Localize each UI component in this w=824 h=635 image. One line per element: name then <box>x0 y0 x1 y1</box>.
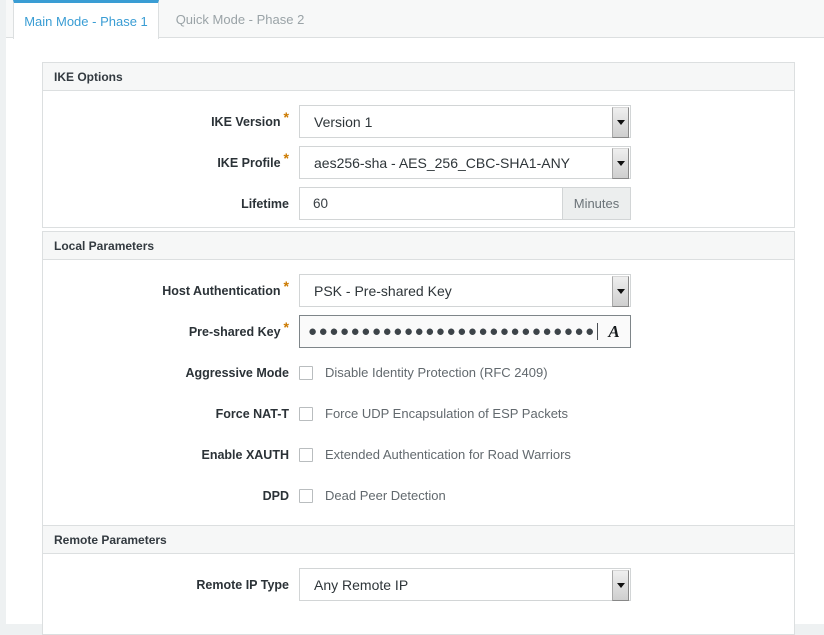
required-asterisk: * <box>283 319 289 335</box>
label-host-authentication: Host Authentication * <box>43 270 289 311</box>
select-ike-version[interactable]: Version 1 <box>299 105 631 138</box>
select-value: PSK - Pre-shared Key <box>314 282 452 299</box>
checkbox-label-enable-xauth[interactable]: Extended Authentication for Road Warrior… <box>325 447 571 462</box>
label-remote-ip-type: Remote IP Type <box>43 564 289 605</box>
panel-remote-parameters: Remote Parameters Remote IP Type Any Rem… <box>42 525 795 635</box>
input-lifetime[interactable]: 60 <box>299 187 563 220</box>
checkbox-label-aggressive-mode[interactable]: Disable Identity Protection (RFC 2409) <box>325 365 548 380</box>
label-ike-version: IKE Version * <box>43 101 289 142</box>
required-asterisk: * <box>283 278 289 294</box>
panel-title: Local Parameters <box>54 238 155 253</box>
password-input-area[interactable]: ●●●●●●●●●●●●●●●●●●●●●●●●●●● <box>300 316 598 347</box>
panel-header-ike-options: IKE Options <box>43 63 794 91</box>
field-row-lifetime: Lifetime 60 Minutes <box>43 183 794 224</box>
label-text: IKE Version <box>211 114 281 129</box>
select-host-authentication[interactable]: PSK - Pre-shared Key <box>299 274 631 307</box>
tab-main-mode-phase-1[interactable]: Main Mode - Phase 1 <box>13 0 159 39</box>
tab-quick-mode-phase-2[interactable]: Quick Mode - Phase 2 <box>160 0 320 38</box>
label-dpd: DPD <box>43 475 289 516</box>
select-value: aes256-sha - AES_256_CBC-SHA1-ANY <box>314 154 571 171</box>
label-text: IKE Profile <box>217 155 281 170</box>
label-text: Pre-shared Key <box>188 324 281 339</box>
checkbox-dpd[interactable] <box>299 488 313 503</box>
label-text: Enable XAUTH <box>201 447 289 462</box>
field-dpd: Dead Peer Detection <box>299 475 446 516</box>
lifetime-unit-label: Minutes <box>573 196 620 211</box>
required-asterisk: * <box>283 109 289 125</box>
select-value: Any Remote IP <box>314 576 409 593</box>
label-text: Aggressive Mode <box>185 365 289 380</box>
select-ike-profile[interactable]: aes256-sha - AES_256_CBC-SHA1-ANY <box>299 146 631 179</box>
chevron-down-icon[interactable] <box>612 276 629 307</box>
label-text: Force NAT-T <box>215 406 289 421</box>
label-text: Lifetime <box>241 196 289 211</box>
label-pre-shared-key: Pre-shared Key * <box>43 311 289 352</box>
label-force-nat-t: Force NAT-T <box>43 393 289 434</box>
italic-a-icon[interactable]: A <box>598 316 630 347</box>
field-pre-shared-key: ●●●●●●●●●●●●●●●●●●●●●●●●●●● A <box>299 315 631 348</box>
field-host-authentication: PSK - Pre-shared Key <box>299 274 631 307</box>
panel-ike-options: IKE Options IKE Version * Version 1 IKE … <box>42 62 795 228</box>
field-row-ike-profile: IKE Profile * aes256-sha - AES_256_CBC-S… <box>43 142 794 183</box>
label-ike-profile: IKE Profile * <box>43 142 289 183</box>
checkbox-force-nat-t[interactable] <box>299 406 313 421</box>
checkbox-enable-xauth[interactable] <box>299 447 313 462</box>
field-aggressive-mode: Disable Identity Protection (RFC 2409) <box>299 352 548 393</box>
field-lifetime: 60 Minutes <box>299 187 631 220</box>
field-row-enable-xauth: Enable XAUTH Extended Authentication for… <box>43 434 794 475</box>
field-row-pre-shared-key: Pre-shared Key * ●●●●●●●●●●●●●●●●●●●●●●●… <box>43 311 794 352</box>
tab-label: Quick Mode - Phase 2 <box>175 11 305 27</box>
checkbox-label-force-nat-t[interactable]: Force UDP Encapsulation of ESP Packets <box>325 406 568 421</box>
tab-strip: Main Mode - Phase 1 Quick Mode - Phase 2 <box>6 0 824 39</box>
field-remote-ip-type: Any Remote IP <box>299 568 631 601</box>
label-text: DPD <box>262 488 289 503</box>
field-ike-profile: aes256-sha - AES_256_CBC-SHA1-ANY <box>299 146 631 179</box>
field-row-dpd: DPD Dead Peer Detection <box>43 475 794 516</box>
chevron-down-icon[interactable] <box>612 570 629 601</box>
field-ike-version: Version 1 <box>299 105 631 138</box>
tab-content-main-mode: IKE Options IKE Version * Version 1 IKE … <box>6 38 824 635</box>
panel-title: IKE Options <box>54 69 123 84</box>
panel-header-remote-parameters: Remote Parameters <box>43 526 794 554</box>
label-text: Remote IP Type <box>196 577 289 592</box>
select-value: Version 1 <box>314 113 373 130</box>
label-aggressive-mode: Aggressive Mode <box>43 352 289 393</box>
field-row-host-authentication: Host Authentication * PSK - Pre-shared K… <box>43 270 794 311</box>
label-enable-xauth: Enable XAUTH <box>43 434 289 475</box>
field-row-aggressive-mode: Aggressive Mode Disable Identity Protect… <box>43 352 794 393</box>
field-force-nat-t: Force UDP Encapsulation of ESP Packets <box>299 393 568 434</box>
panel-header-local-parameters: Local Parameters <box>43 232 794 260</box>
text-cursor <box>596 323 598 340</box>
panel-local-parameters: Local Parameters Host Authentication * P… <box>42 231 795 536</box>
input-value: 60 <box>313 196 329 211</box>
masked-value: ●●●●●●●●●●●●●●●●●●●●●●●●●●● <box>308 323 596 340</box>
checkbox-aggressive-mode[interactable] <box>299 365 313 380</box>
page-root: Main Mode - Phase 1 Quick Mode - Phase 2… <box>6 0 824 635</box>
chevron-down-icon[interactable] <box>612 107 629 138</box>
panel-body-ike-options: IKE Version * Version 1 IKE Profile * ae… <box>43 101 794 227</box>
input-pre-shared-key[interactable]: ●●●●●●●●●●●●●●●●●●●●●●●●●●● A <box>299 315 631 348</box>
checkbox-label-dpd[interactable]: Dead Peer Detection <box>325 488 446 503</box>
select-remote-ip-type[interactable]: Any Remote IP <box>299 568 631 601</box>
label-text: Host Authentication <box>162 283 281 298</box>
field-row-force-nat-t: Force NAT-T Force UDP Encapsulation of E… <box>43 393 794 434</box>
lifetime-unit-button[interactable]: Minutes <box>563 187 631 220</box>
panel-body-local-parameters: Host Authentication * PSK - Pre-shared K… <box>43 270 794 535</box>
chevron-down-icon[interactable] <box>612 148 629 179</box>
tab-label: Main Mode - Phase 1 <box>24 13 148 29</box>
panel-title: Remote Parameters <box>54 532 167 547</box>
label-lifetime: Lifetime <box>43 183 289 224</box>
field-row-ike-version: IKE Version * Version 1 <box>43 101 794 142</box>
field-enable-xauth: Extended Authentication for Road Warrior… <box>299 434 571 475</box>
field-row-remote-ip-type: Remote IP Type Any Remote IP <box>43 564 794 605</box>
required-asterisk: * <box>283 150 289 166</box>
